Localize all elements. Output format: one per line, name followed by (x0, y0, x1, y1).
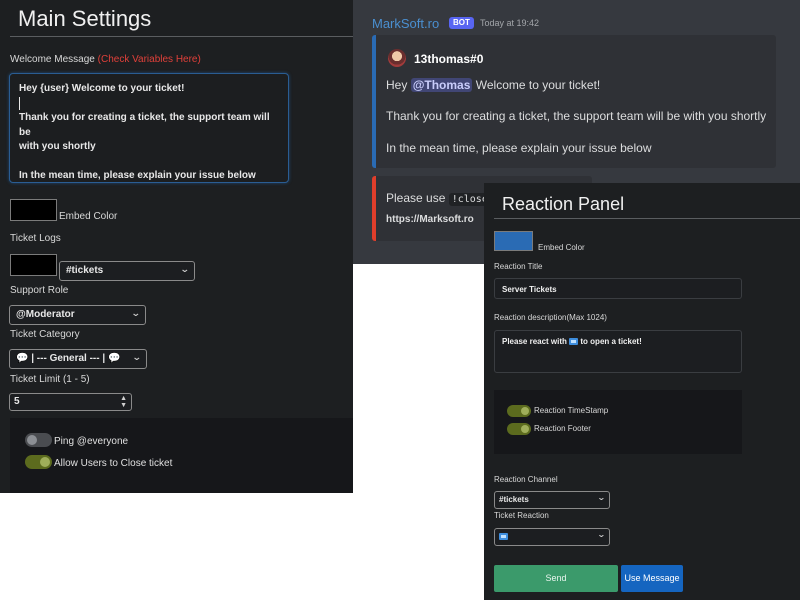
ticket-logs-color-picker[interactable] (10, 254, 57, 276)
main-settings-panel: Main Settings Welcome Message (Check Var… (0, 0, 353, 493)
ticket-category-label: Ticket Category (10, 329, 80, 340)
allow-close-label: Allow Users to Close ticket (54, 458, 173, 469)
welcome-line-4: with you shortly (19, 141, 96, 153)
embed-color-label: Embed Color (59, 211, 118, 222)
reaction-channel-select[interactable]: #tickets ⌄ (494, 491, 610, 509)
reaction-panel: Reaction Panel Embed Color Reaction Titl… (484, 183, 800, 600)
welcome-line-5 (19, 155, 279, 170)
welcome-message-textarea[interactable]: Hey {user} Welcome to your ticket! Thank… (9, 73, 289, 183)
reaction-channel-value: #tickets (499, 495, 529, 504)
website-link[interactable]: https://Marksoft.ro (386, 214, 474, 225)
welcome-line-3: Thank you for creating a ticket, the sup… (19, 112, 270, 138)
welcome-line-6: In the mean time, please explain your is… (19, 170, 256, 182)
reaction-title-input[interactable]: Server Tickets (494, 278, 742, 299)
text-caret (19, 96, 279, 112)
ticket-emoji-icon (499, 533, 508, 541)
close-info-prefix: Please use (386, 191, 446, 205)
reaction-desc-suffix: to open a ticket! (580, 337, 642, 346)
close-info-line: Please use !close (386, 191, 491, 206)
ticket-limit-input[interactable]: 5 ▲ ▼ (9, 393, 132, 411)
spinner-arrows-icon[interactable]: ▲ ▼ (120, 395, 127, 409)
support-role-label: Support Role (10, 285, 69, 296)
support-role-value: @Moderator (16, 309, 75, 320)
ping-everyone-toggle[interactable] (25, 433, 52, 447)
bot-name: MarkSoft.ro (372, 16, 440, 31)
bot-badge: BOT (449, 17, 474, 29)
reaction-description-textarea[interactable]: Please react with to open a ticket! (494, 330, 742, 373)
reaction-footer-label: Reaction Footer (534, 424, 591, 433)
reaction-footer-toggle[interactable] (507, 423, 531, 435)
page-title: Main Settings (18, 6, 152, 31)
chevron-down-icon: ⌄ (597, 530, 607, 539)
ticket-reaction-select[interactable]: ⌄ (494, 528, 610, 546)
embed-line-2: Thank you for creating a ticket, the sup… (386, 109, 767, 123)
welcome-embed: 13thomas#0 Hey @Thomas Welcome to your t… (372, 35, 776, 168)
embed-line-3: In the mean time, please explain your is… (386, 141, 652, 155)
check-variables-link[interactable]: (Check Variables Here) (98, 54, 201, 65)
ticket-reaction-label: Ticket Reaction (494, 511, 549, 520)
ticket-limit-label: Ticket Limit (1 - 5) (10, 374, 90, 385)
chevron-down-icon: ⌄ (597, 493, 607, 502)
welcome-label-text: Welcome Message (10, 54, 95, 65)
ticket-emoji-icon (569, 338, 579, 346)
ping-everyone-label: Ping @everyone (54, 436, 129, 447)
reaction-toggles: Reaction TimeStamp Reaction Footer (494, 390, 742, 454)
reaction-desc-prefix: Please react with (502, 337, 567, 346)
notification-toggles: Ping @everyone Allow Users to Close tick… (10, 418, 353, 493)
reaction-panel-title: Reaction Panel (502, 194, 625, 214)
embed-author: 13thomas#0 (414, 52, 484, 66)
ticket-logs-channel-value: #tickets (66, 265, 104, 276)
welcome-line-1: Hey {user} Welcome to your ticket! (19, 83, 185, 94)
support-role-select[interactable]: @Moderator ⌄ (9, 305, 146, 325)
reaction-title-label: Reaction Title (494, 262, 543, 271)
allow-close-toggle[interactable] (25, 455, 52, 469)
avatar (388, 49, 406, 67)
embed-line-1-prefix: Hey (386, 78, 408, 92)
use-message-button[interactable]: Use Message (621, 565, 683, 592)
reaction-title-divider (494, 218, 800, 219)
embed-line-1: Hey @Thomas Welcome to your ticket! (386, 78, 600, 92)
ticket-category-select[interactable]: 💬 | --- General --- | 💬 ⌄ (9, 349, 147, 369)
welcome-message-label: Welcome Message (Check Variables Here) (10, 54, 201, 65)
chevron-down-icon: ⌄ (180, 264, 191, 274)
reaction-timestamp-label: Reaction TimeStamp (534, 406, 609, 415)
ticket-logs-channel-select[interactable]: #tickets ⌄ (59, 261, 195, 281)
reaction-embed-color-label: Embed Color (538, 243, 585, 252)
reaction-description-label: Reaction description(Max 1024) (494, 313, 607, 322)
chevron-down-icon: ⌄ (131, 308, 142, 318)
reaction-timestamp-toggle[interactable] (507, 405, 531, 417)
reaction-channel-label: Reaction Channel (494, 475, 558, 484)
message-timestamp: Today at 19:42 (480, 18, 540, 28)
ticket-logs-label: Ticket Logs (10, 233, 61, 244)
embed-line-1-suffix: Welcome to your ticket! (475, 78, 601, 92)
embed-color-picker[interactable] (10, 199, 57, 221)
ticket-limit-value: 5 (14, 396, 20, 407)
title-divider (10, 36, 353, 37)
user-mention[interactable]: @Thomas (410, 78, 473, 92)
send-button[interactable]: Send (494, 565, 618, 592)
ticket-category-value: 💬 | --- General --- | 💬 (16, 353, 121, 364)
reaction-embed-color-picker[interactable] (494, 231, 533, 251)
chevron-down-icon: ⌄ (132, 352, 143, 362)
